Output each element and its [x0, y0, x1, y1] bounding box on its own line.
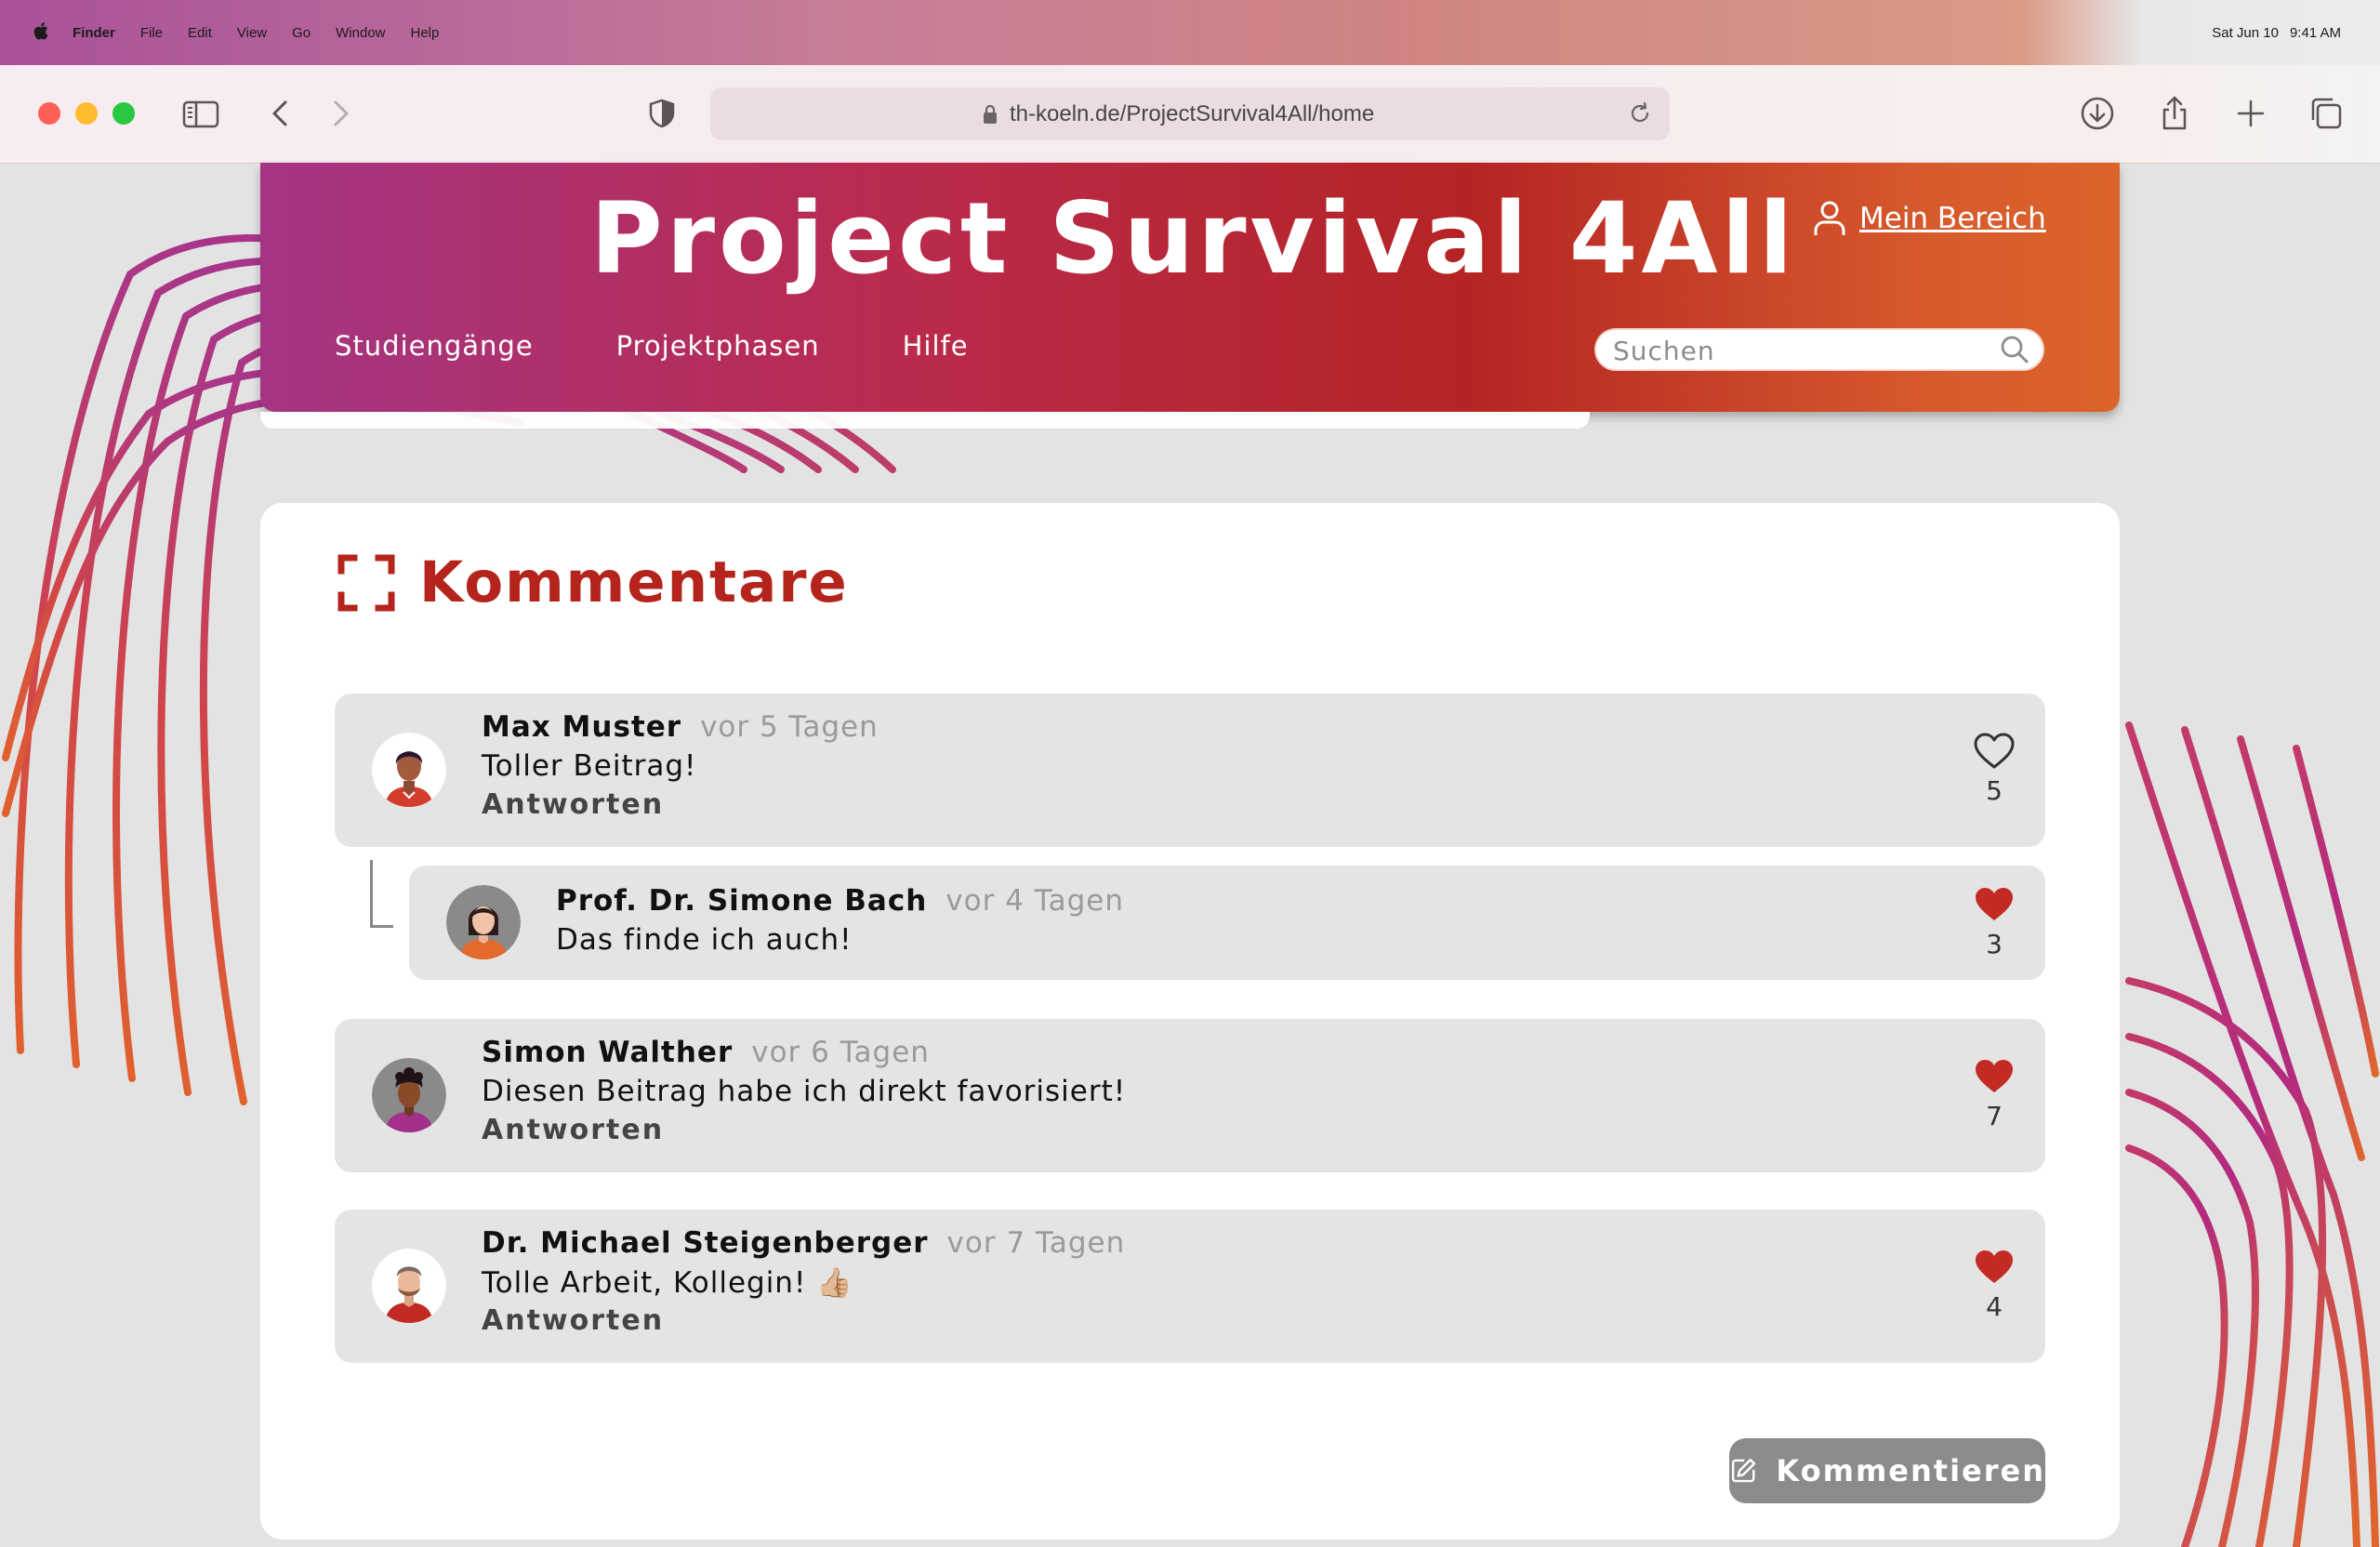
site-title[interactable]: Project Survival 4All [590, 179, 1796, 298]
menubar-date: Sat Jun 10 [2212, 25, 2279, 41]
like-button[interactable]: 7 [1971, 1058, 2017, 1131]
comment-author[interactable]: Max Muster [482, 710, 681, 744]
apple-logo-icon[interactable] [33, 22, 48, 40]
comment-author[interactable]: Dr. Michael Steigenberger [482, 1226, 929, 1260]
write-comment-button[interactable]: Kommentieren [1729, 1438, 2045, 1503]
search-icon[interactable] [2000, 335, 2030, 364]
like-count: 3 [1986, 929, 2003, 959]
heart-filled-icon [1976, 1250, 2013, 1283]
download-icon[interactable] [2079, 95, 2116, 132]
avatar-simone-bach-icon [446, 885, 521, 959]
site-header: Project Survival 4All Mein Bereich Studi… [260, 163, 2120, 412]
comment-item: Max Muster vor 5 Tagen Toller Beitrag! A… [335, 694, 2045, 847]
comment-timestamp: vor 4 Tagen [945, 884, 1124, 918]
comment-item: Dr. Michael Steigenberger vor 7 Tagen To… [335, 1210, 2045, 1363]
menu-bar: Finder File Edit View Go Window Help Sat… [0, 0, 2380, 65]
tab-overview-icon[interactable] [2307, 95, 2345, 132]
search-input[interactable] [1611, 334, 1987, 367]
comments-heading: Kommentare [337, 549, 849, 615]
user-icon [1814, 201, 1845, 235]
comment-text: Toller Beitrag! [482, 749, 697, 783]
menu-view[interactable]: View [237, 25, 267, 41]
write-comment-label: Kommentieren [1776, 1453, 2045, 1488]
share-icon[interactable] [2156, 95, 2193, 132]
comment-header: Dr. Michael Steigenberger vor 7 Tagen [482, 1226, 1125, 1260]
avatar-max-muster-icon [372, 733, 446, 807]
comment-text: Tolle Arbeit, Kollegin! 👍🏼 [482, 1266, 853, 1300]
menu-go[interactable]: Go [292, 25, 311, 41]
nav-item-hilfe[interactable]: Hilfe [903, 330, 969, 362]
sidebar-icon[interactable] [182, 95, 219, 132]
lock-icon [984, 104, 997, 124]
reply-button[interactable]: Antworten [482, 788, 664, 821]
menubar-clock[interactable]: Sat Jun 10 9:41 AM [2212, 25, 2341, 41]
reply-thread-line [370, 860, 393, 928]
account-link[interactable]: Mein Bereich [1813, 200, 2046, 237]
address-bar[interactable]: th-koeln.de/ProjectSurvival4All/home [710, 87, 1670, 140]
header-underbar [260, 412, 1590, 429]
comment-item: Simon Walther vor 6 Tagen Diesen Beitrag… [335, 1019, 2045, 1172]
avatar-simon-walther-icon [372, 1058, 446, 1132]
reload-icon[interactable] [1627, 100, 1653, 126]
comment-header: Max Muster vor 5 Tagen [482, 710, 879, 744]
like-button[interactable]: 4 [1971, 1249, 2017, 1322]
menu-help[interactable]: Help [411, 25, 440, 41]
comment-text: Das finde ich auch! [556, 923, 853, 957]
like-count: 7 [1986, 1101, 2003, 1131]
comment-timestamp: vor 5 Tagen [700, 710, 879, 744]
menubar-time: 9:41 AM [2289, 25, 2341, 41]
forward-arrow-icon[interactable] [322, 95, 359, 132]
heart-filled-icon [1976, 1060, 2013, 1092]
nav-item-studiengaenge[interactable]: Studiengänge [335, 330, 534, 362]
menu-edit[interactable]: Edit [188, 25, 212, 41]
account-link-label: Mein Bereich [1859, 202, 2046, 235]
avatar[interactable] [446, 885, 521, 959]
avatar[interactable] [372, 1249, 446, 1323]
menu-window[interactable]: Window [336, 25, 385, 41]
reply-button[interactable]: Antworten [482, 1114, 664, 1146]
avatar-michael-steigenberger-icon [372, 1249, 446, 1323]
comment-timestamp: vor 6 Tagen [751, 1036, 930, 1069]
window-zoom-button[interactable] [112, 102, 135, 125]
like-count: 5 [1986, 775, 2003, 806]
window-minimize-button[interactable] [75, 102, 98, 125]
comment-timestamp: vor 7 Tagen [946, 1226, 1126, 1260]
comment-author[interactable]: Prof. Dr. Simone Bach [556, 884, 927, 918]
privacy-shield-icon[interactable] [643, 95, 681, 132]
heart-outline-icon [1974, 733, 2015, 769]
comments-card: Kommentare Max Muster vor 5 Tagen Toller… [260, 503, 2120, 1540]
window-close-button[interactable] [38, 102, 60, 125]
menu-file[interactable]: File [140, 25, 163, 41]
like-button[interactable]: 5 [1971, 733, 2017, 806]
new-tab-plus-icon[interactable] [2232, 95, 2269, 132]
heart-filled-icon [1976, 888, 2013, 920]
comment-header: Simon Walther vor 6 Tagen [482, 1036, 930, 1069]
avatar[interactable] [372, 733, 446, 807]
like-button[interactable]: 3 [1971, 886, 2017, 959]
avatar[interactable] [372, 1058, 446, 1132]
comment-reply-item: Prof. Dr. Simone Bach vor 4 Tagen Das fi… [409, 866, 2045, 980]
main-nav: Studiengänge Projektphasen Hilfe [335, 330, 1051, 362]
reply-button[interactable]: Antworten [482, 1304, 664, 1337]
comment-author[interactable]: Simon Walther [482, 1036, 733, 1069]
nav-item-projektphasen[interactable]: Projektphasen [616, 330, 820, 362]
comments-title: Kommentare [419, 549, 849, 615]
comment-header: Prof. Dr. Simone Bach vor 4 Tagen [556, 884, 1124, 918]
comment-text: Diesen Beitrag habe ich direkt favorisie… [482, 1075, 1127, 1108]
browser-toolbar: th-koeln.de/ProjectSurvival4All/home [0, 65, 2380, 164]
menu-finder[interactable]: Finder [73, 25, 115, 41]
edit-pencil-icon [1731, 1459, 1756, 1483]
address-url: th-koeln.de/ProjectSurvival4All/home [1010, 101, 1375, 126]
like-count: 4 [1986, 1291, 2003, 1322]
search-box [1596, 330, 2043, 369]
back-arrow-icon[interactable] [262, 95, 299, 132]
focus-frame-icon [337, 554, 395, 611]
